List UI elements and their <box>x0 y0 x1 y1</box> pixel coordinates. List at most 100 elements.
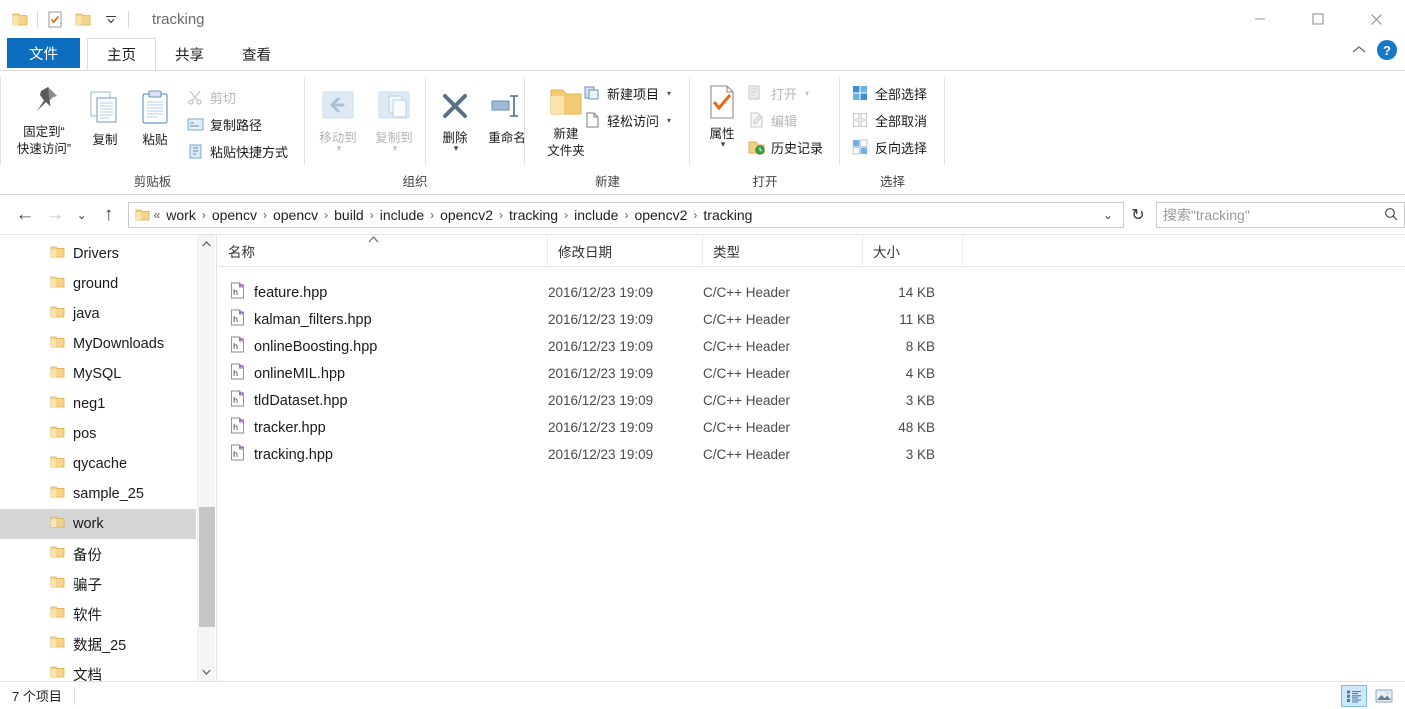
edit-button[interactable]: 编辑 <box>747 108 797 132</box>
pin-to-quick-access-button[interactable]: 固定到“ 快速访问” <box>8 77 80 157</box>
history-button[interactable]: 历史记录 <box>747 135 823 159</box>
sidebar-item-shuju-25[interactable]: 数据_25 <box>0 629 196 659</box>
column-header-type[interactable]: 类型 <box>703 234 863 267</box>
scroll-up-arrow-icon[interactable] <box>198 235 215 253</box>
sidebar-item-pianzi[interactable]: 骗子 <box>0 569 196 599</box>
open-caret-icon[interactable]: ▾ <box>805 89 809 98</box>
properties-button[interactable]: 属性 ▾ <box>695 79 749 149</box>
open-button[interactable]: 打开 ▾ <box>747 81 809 105</box>
table-row[interactable]: h onlineMIL.hpp 2016/12/23 19:09 C/C++ H… <box>218 360 1405 387</box>
back-button[interactable]: ← <box>10 200 40 230</box>
sidebar-item-drivers[interactable]: Drivers <box>0 239 196 269</box>
new-item-button[interactable]: 新建项目 ▾ <box>583 81 671 105</box>
table-row[interactable]: h tracker.hpp 2016/12/23 19:09 C/C++ Hea… <box>218 414 1405 441</box>
file-name: feature.hpp <box>254 284 328 301</box>
invert-selection-button[interactable]: 反向选择 <box>851 135 927 159</box>
table-row[interactable]: h tldDataset.hpp 2016/12/23 19:09 C/C++ … <box>218 387 1405 414</box>
breadcrumb-item-4[interactable]: include <box>375 207 429 223</box>
navigation-pane-scrollbar[interactable] <box>197 235 215 681</box>
properties-icon[interactable] <box>41 5 69 33</box>
select-none-button[interactable]: 全部取消 <box>851 108 927 132</box>
table-row[interactable]: h kalman_filters.hpp 2016/12/23 19:09 C/… <box>218 306 1405 333</box>
sidebar-item-beifen[interactable]: 备份 <box>0 539 196 569</box>
tab-share[interactable]: 共享 <box>156 38 223 70</box>
help-button[interactable]: ? <box>1377 40 1397 60</box>
scrollbar-thumb[interactable] <box>199 507 215 627</box>
paste-button[interactable]: 粘贴 <box>130 85 180 148</box>
folder-icon <box>50 605 65 624</box>
breadcrumb-overflow[interactable]: « <box>153 208 162 222</box>
sidebar-item-ground[interactable]: ground <box>0 269 196 299</box>
paste-shortcut-button[interactable]: 粘贴快捷方式 <box>186 139 288 163</box>
sidebar-item-work[interactable]: work <box>0 509 196 539</box>
breadcrumb-item-7[interactable]: include <box>569 207 623 223</box>
copy-icon <box>88 85 122 131</box>
scroll-down-arrow-icon[interactable] <box>198 663 215 681</box>
breadcrumb-item-5[interactable]: opencv2 <box>435 207 498 223</box>
forward-button[interactable]: → <box>40 200 70 230</box>
move-to-button[interactable]: 移动到 ▾ <box>310 83 366 153</box>
column-header-date[interactable]: 修改日期 <box>548 234 703 267</box>
sidebar-item-neg1[interactable]: neg1 <box>0 389 196 419</box>
folder-icon[interactable] <box>6 5 34 33</box>
new-item-caret-icon[interactable]: ▾ <box>667 89 671 98</box>
column-header-size[interactable]: 大小 <box>863 234 963 267</box>
sidebar-item-sample-25[interactable]: sample_25 <box>0 479 196 509</box>
copy-to-button[interactable]: 复制到 ▾ <box>366 83 422 153</box>
address-dropdown-chevron-icon[interactable]: ⌄ <box>1103 208 1119 222</box>
copy-path-button[interactable]: 复制路径 <box>186 112 262 136</box>
address-bar[interactable]: « work › opencv › opencv › build › inclu… <box>127 202 1124 228</box>
sidebar-item-pos[interactable]: pos <box>0 419 196 449</box>
sidebar-item-ruanjian[interactable]: 软件 <box>0 599 196 629</box>
new-folder-icon[interactable] <box>69 5 97 33</box>
close-button[interactable] <box>1347 0 1405 38</box>
details-view-button[interactable] <box>1341 684 1367 707</box>
file-list-pane: 名称 修改日期 类型 大小 h feature.hpp 2016/12/23 1… <box>218 234 1405 681</box>
delete-button[interactable]: 删除 ▾ <box>431 83 479 153</box>
cut-button[interactable]: 剪切 <box>186 85 236 109</box>
svg-text:h: h <box>233 315 238 324</box>
breadcrumb-item-9[interactable]: tracking <box>698 207 757 223</box>
breadcrumb-item-6[interactable]: tracking <box>504 207 563 223</box>
copy-button[interactable]: 复制 <box>80 85 130 148</box>
table-row[interactable]: h onlineBoosting.hpp 2016/12/23 19:09 C/… <box>218 333 1405 360</box>
select-all-button[interactable]: 全部选择 <box>851 81 927 105</box>
refresh-button[interactable]: ↻ <box>1124 205 1152 225</box>
collapse-ribbon-chevron-icon[interactable] <box>1351 42 1367 59</box>
column-header-name[interactable]: 名称 <box>218 234 548 267</box>
breadcrumb-item-1[interactable]: opencv <box>207 207 262 223</box>
pane-splitter[interactable] <box>216 235 217 681</box>
properties-caret-icon[interactable]: ▾ <box>721 140 726 149</box>
sidebar-item-wendang[interactable]: 文档 <box>0 659 196 681</box>
up-button[interactable]: ↑ <box>94 200 124 230</box>
table-row[interactable]: h feature.hpp 2016/12/23 19:09 C/C++ Hea… <box>218 279 1405 306</box>
sidebar-item-mysql[interactable]: MySQL <box>0 359 196 389</box>
tab-home[interactable]: 主页 <box>87 38 156 71</box>
sidebar-item-mydownloads[interactable]: MyDownloads <box>0 329 196 359</box>
breadcrumb-item-8[interactable]: opencv2 <box>629 207 692 223</box>
customize-qat-chevron-icon[interactable] <box>97 5 125 33</box>
breadcrumb-item-3[interactable]: build <box>329 207 369 223</box>
file-name: onlineBoosting.hpp <box>254 338 378 355</box>
sidebar-item-qycache[interactable]: qycache <box>0 449 196 479</box>
search-input[interactable]: 搜索"tracking" <box>1163 205 1384 225</box>
table-row[interactable]: h tracking.hpp 2016/12/23 19:09 C/C++ He… <box>218 441 1405 468</box>
copy-to-caret-icon[interactable]: ▾ <box>393 144 398 153</box>
easy-access-button[interactable]: 轻松访问 ▾ <box>583 108 671 132</box>
easy-access-caret-icon[interactable]: ▾ <box>667 116 671 125</box>
tab-file[interactable]: 文件 <box>7 38 80 68</box>
copy-to-icon <box>375 83 413 129</box>
breadcrumb-item-0[interactable]: work <box>161 207 201 223</box>
folder-icon <box>50 575 65 594</box>
tab-view[interactable]: 查看 <box>223 38 290 70</box>
search-box[interactable]: 搜索"tracking" <box>1155 202 1405 228</box>
thumbnail-view-button[interactable] <box>1371 685 1397 707</box>
minimize-button[interactable] <box>1231 0 1289 38</box>
delete-caret-icon[interactable]: ▾ <box>454 144 459 153</box>
move-to-caret-icon[interactable]: ▾ <box>337 144 342 153</box>
recent-locations-button[interactable]: ⌄ <box>70 200 94 230</box>
maximize-button[interactable] <box>1289 0 1347 38</box>
hpp-file-icon: h <box>230 309 245 331</box>
sidebar-item-java[interactable]: java <box>0 299 196 329</box>
breadcrumb-item-2[interactable]: opencv <box>268 207 323 223</box>
